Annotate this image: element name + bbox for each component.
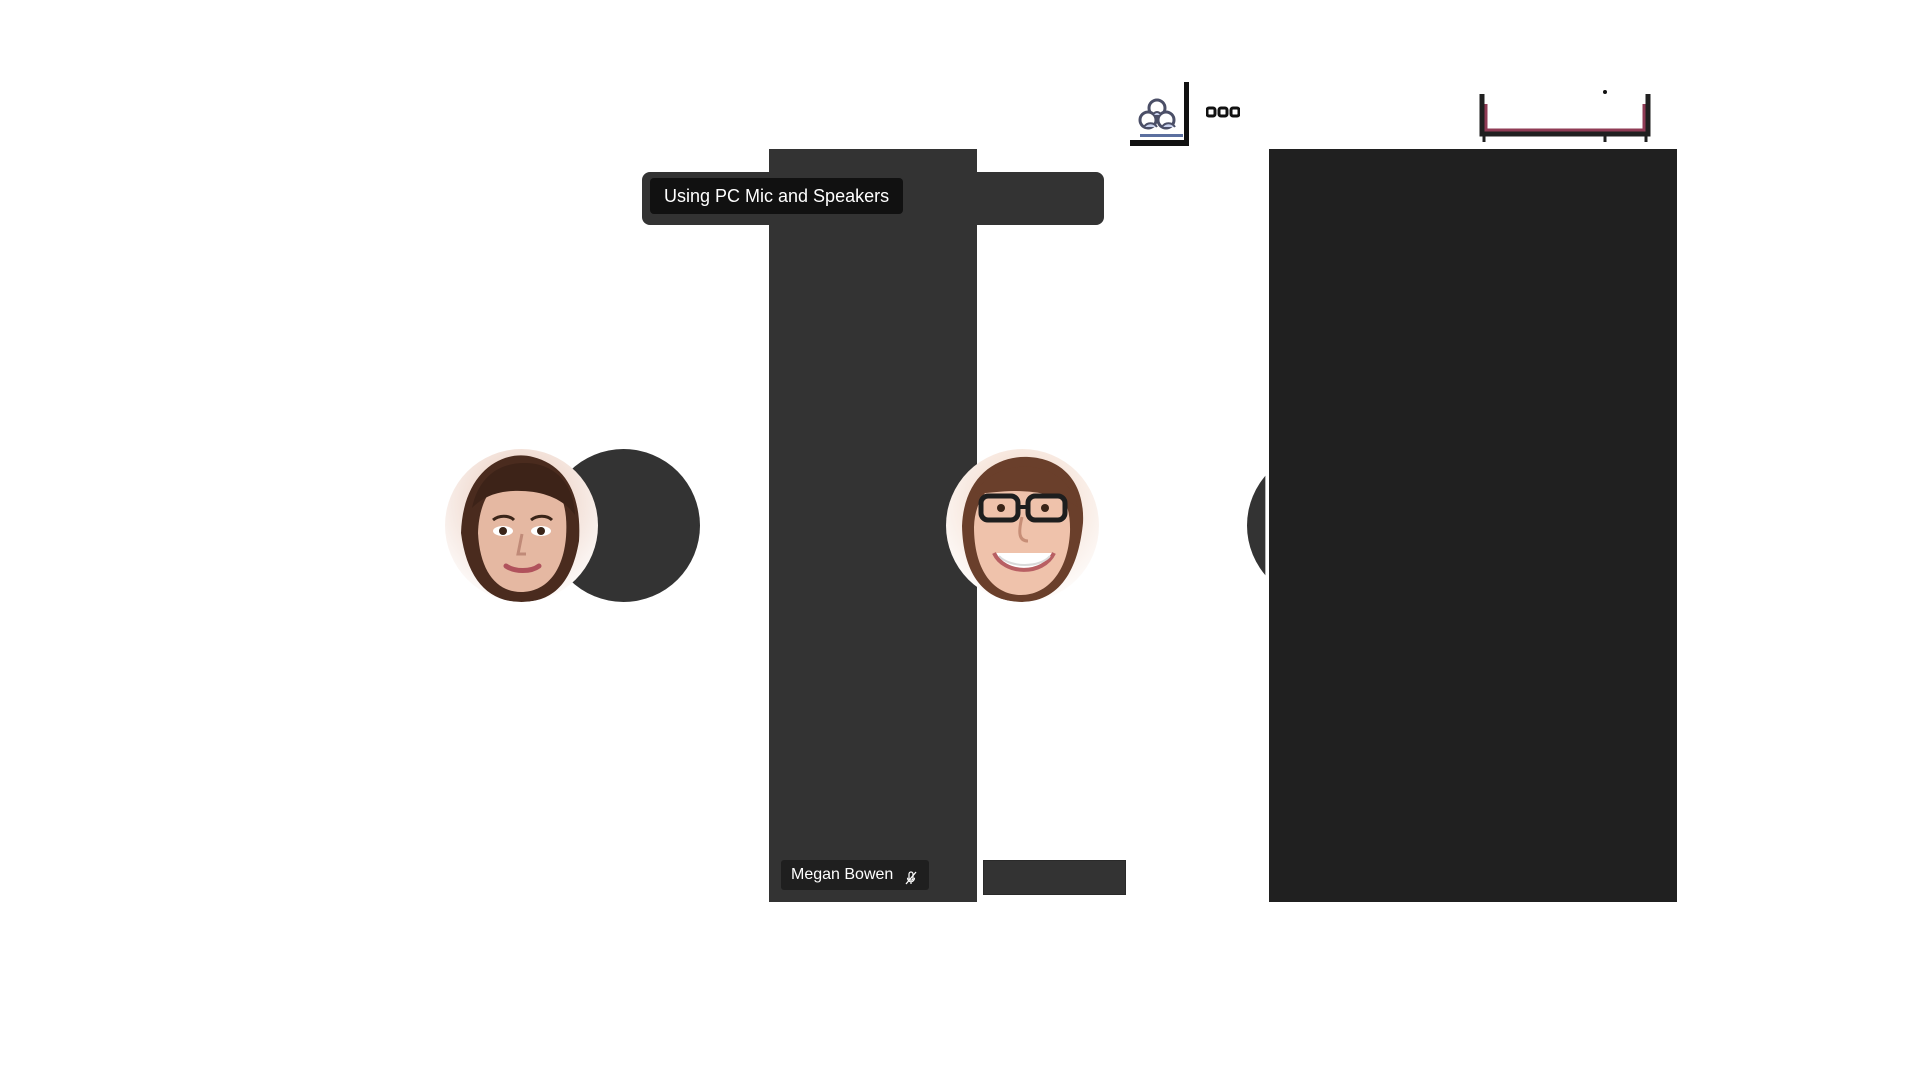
- mic-off-icon: [903, 867, 919, 885]
- people-icon[interactable]: [1130, 82, 1192, 146]
- avatar[interactable]: [946, 449, 1099, 602]
- avatar[interactable]: [445, 449, 598, 602]
- participant-name-chip: Megan Bowen: [781, 860, 930, 890]
- meeting-stage: Using PC Mic and Speakers Megan Bowen: [0, 0, 1920, 1080]
- female-avatar-icon: [445, 449, 598, 602]
- audio-status-tooltip: Using PC Mic and Speakers: [650, 178, 904, 214]
- participant-name: Megan Bowen: [791, 866, 894, 883]
- more-options-icon[interactable]: [1205, 105, 1241, 123]
- top-toolbar: [1130, 82, 1246, 146]
- smiling-avatar-icon: [946, 449, 1099, 602]
- window-frame-icon[interactable]: [1474, 88, 1656, 146]
- participant-name-chip-empty: [983, 860, 1126, 895]
- video-tile-right: [1269, 149, 1677, 902]
